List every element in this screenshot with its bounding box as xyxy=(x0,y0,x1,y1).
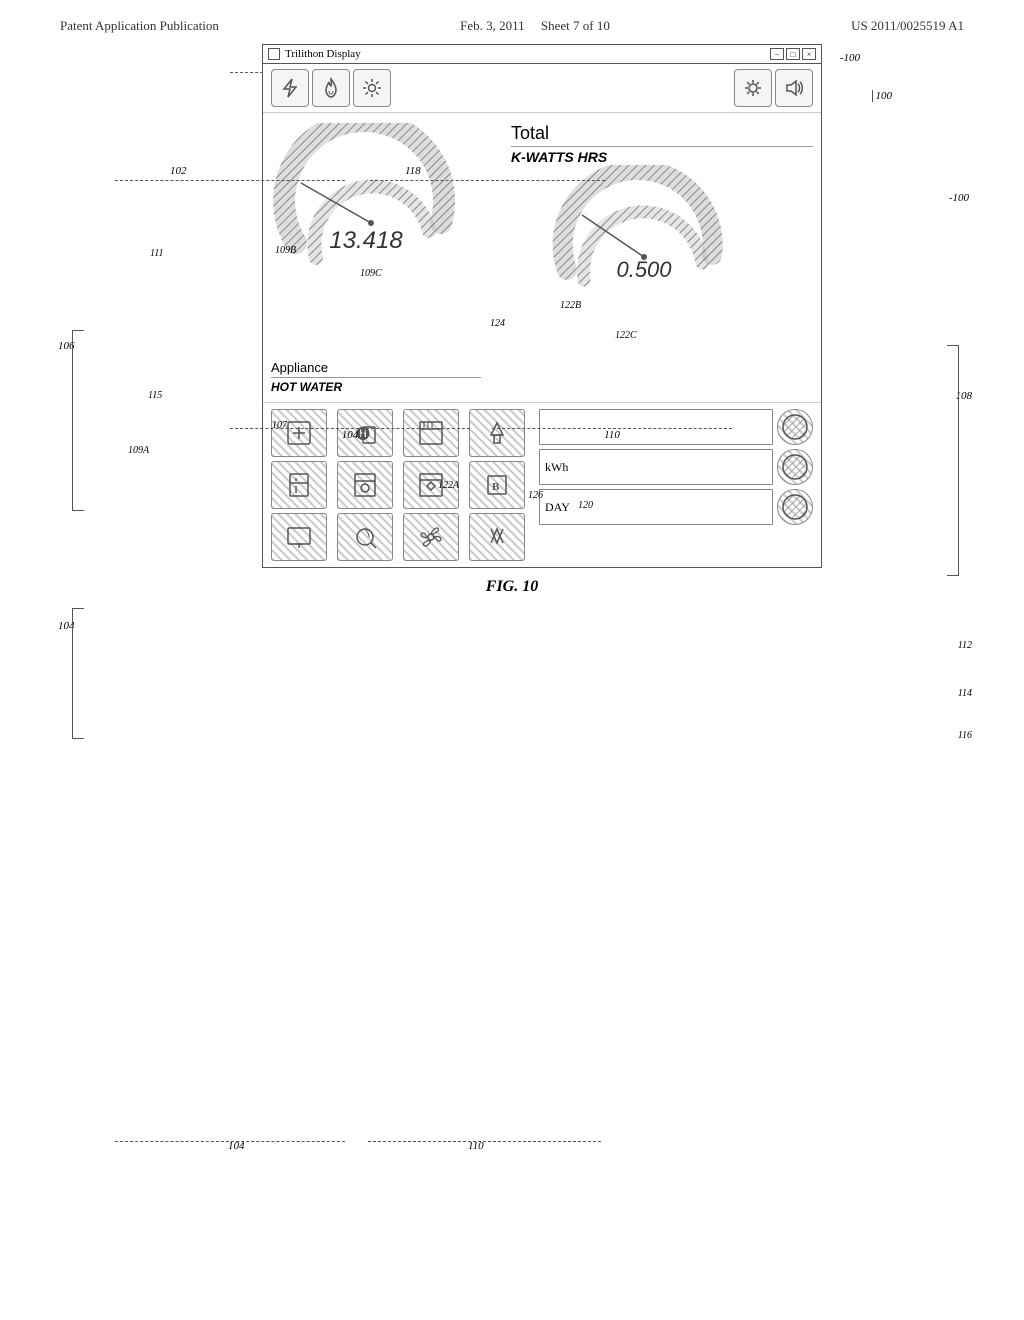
control-dial-1[interactable] xyxy=(777,409,813,445)
ref-109A-label: 109A xyxy=(128,445,149,456)
page-header: Patent Application Publication Feb. 3, 2… xyxy=(0,0,1024,44)
gauge-right-top: Total K-WATTS HRS xyxy=(481,123,813,165)
appliance-name: Appliance xyxy=(271,360,481,375)
maximize-button[interactable]: □ xyxy=(786,48,800,60)
bracket-106-left xyxy=(72,330,73,510)
ref-126-label: 126 xyxy=(528,490,543,501)
window-title: Trilithon Display xyxy=(285,48,361,60)
gauge-unit-label: K-WATTS HRS xyxy=(511,149,607,165)
app-icon-tv[interactable] xyxy=(271,513,327,561)
svg-text:13.418: 13.418 xyxy=(329,227,403,254)
svg-text:0.500: 0.500 xyxy=(616,257,672,282)
ref-114-label: 114 xyxy=(958,688,972,699)
bracket-106-bottom xyxy=(72,510,84,511)
ref-110-bottom: 110 xyxy=(492,428,732,441)
window-controls[interactable]: − □ × xyxy=(770,48,816,60)
bracket-106-top xyxy=(72,330,84,331)
bracket-108-bottom xyxy=(947,575,959,576)
ref-100-label: -100 xyxy=(949,192,969,204)
appliance-area: Appliance HOT WATER xyxy=(263,360,821,402)
control-row-2: kWh xyxy=(539,449,813,485)
gauge-section: 13.418 Total K-WATTS HRS xyxy=(263,113,821,360)
minimize-button[interactable]: − xyxy=(770,48,784,60)
close-button[interactable]: × xyxy=(802,48,816,60)
diagram-wrapper: -100 102 118 Trilithon Display − □ × xyxy=(162,44,862,596)
bracket-108-right xyxy=(958,345,959,575)
ref-102-label: 102 xyxy=(170,165,187,177)
appliance-type: HOT WATER xyxy=(271,377,481,394)
toolbar-left xyxy=(271,69,391,107)
svg-text:B: B xyxy=(492,481,500,493)
ref-120-label: 120 xyxy=(578,500,593,511)
ref-115-label: 115 xyxy=(148,390,162,401)
gauge-total-label: Total xyxy=(511,123,813,147)
bracket-104-top xyxy=(72,608,84,609)
dashed-line-118 xyxy=(370,180,605,181)
ref-104-label: 104 xyxy=(228,1140,245,1152)
left-gauge-svg: 13.418 xyxy=(271,123,471,333)
toolbar-icon-gear[interactable] xyxy=(353,69,391,107)
ref-107-label: 107 xyxy=(272,420,287,431)
dashed-110 xyxy=(368,1141,601,1142)
ref-bracket-100: 100 xyxy=(872,90,893,102)
ref-122C-label: 122C xyxy=(615,330,637,341)
app-icon-dishwasher[interactable] xyxy=(337,461,393,509)
ref-109C-label: 109C xyxy=(360,268,382,279)
gauge-right-area: Total K-WATTS HRS xyxy=(481,123,813,350)
bracket-104-line xyxy=(72,608,73,738)
control-field-day[interactable]: DAY xyxy=(539,489,773,525)
bracket-108-top xyxy=(947,345,959,346)
header-sheet: Sheet 7 of 10 xyxy=(541,18,610,33)
header-center: Feb. 3, 2011 Sheet 7 of 10 xyxy=(460,18,610,34)
window-titlebar: Trilithon Display − □ × xyxy=(263,45,821,64)
toolbar-row xyxy=(263,64,821,113)
title-left: Trilithon Display xyxy=(268,48,361,60)
control-label-kwh: kWh xyxy=(545,460,568,475)
ref-122B-label: 122B xyxy=(560,300,581,311)
toolbar-icon-settings[interactable] xyxy=(734,69,772,107)
app-icon-misc[interactable] xyxy=(469,513,525,561)
toolbar-right xyxy=(734,69,813,107)
ref-116-label: 116 xyxy=(958,730,972,741)
header-right: US 2011/0025519 A1 xyxy=(851,18,964,34)
toolbar-icon-sound[interactable] xyxy=(775,69,813,107)
control-label-day: DAY xyxy=(545,500,570,515)
ref-109B-label: 109B xyxy=(275,245,296,256)
toolbar-icon-lightning[interactable] xyxy=(271,69,309,107)
window-icon xyxy=(268,48,280,60)
gauge-left: 13.418 xyxy=(271,123,481,350)
app-icon-vacuum[interactable] xyxy=(337,513,393,561)
ref-111-label: 111 xyxy=(150,248,164,259)
toolbar-icon-fire[interactable] xyxy=(312,69,350,107)
ref-112-label: 112 xyxy=(958,640,972,651)
header-left: Patent Application Publication xyxy=(60,18,219,34)
app-icon-fan[interactable] xyxy=(403,513,459,561)
appliance-label: Appliance HOT WATER xyxy=(271,360,481,394)
right-gauge-svg: 0.500 xyxy=(552,165,742,350)
ref-124-label: 124 xyxy=(490,318,505,329)
ref-104-bottom: 104 xyxy=(230,428,470,441)
ref-122A-label: 122A xyxy=(438,480,459,491)
control-dial-3[interactable] xyxy=(777,489,813,525)
control-dial-2[interactable] xyxy=(777,449,813,485)
figure-caption: FIG. 10 xyxy=(162,578,862,596)
ref-110-label: 110 xyxy=(468,1140,484,1152)
bottom-section: 🅗 xyxy=(263,402,821,567)
app-icon-fridge[interactable] xyxy=(271,461,327,509)
ref-118-label: 118 xyxy=(405,165,421,177)
control-field-kwh[interactable]: kWh xyxy=(539,449,773,485)
bracket-104-bottom xyxy=(72,738,84,739)
dashed-line-102 xyxy=(115,180,345,181)
app-icon-box[interactable]: B xyxy=(469,461,525,509)
gauge-right-bottom: 0.500 xyxy=(481,165,813,350)
header-date: Feb. 3, 2011 xyxy=(460,18,525,33)
